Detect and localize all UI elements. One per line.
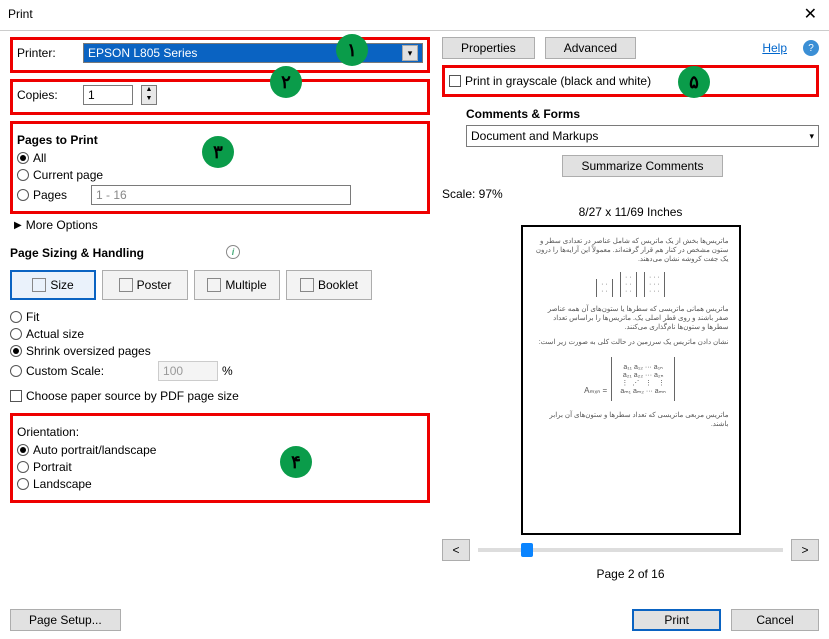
summarize-button[interactable]: Summarize Comments [562, 155, 722, 177]
comments-dropdown[interactable]: Document and Markups ▾ [466, 125, 819, 147]
comments-value: Document and Markups [471, 129, 598, 143]
more-options-label: More Options [26, 218, 98, 232]
tab-size-label: Size [50, 278, 73, 292]
tab-booklet-label: Booklet [318, 278, 358, 292]
radio-pages-label: Pages [33, 188, 67, 202]
tab-multiple-label: Multiple [225, 278, 266, 292]
annotation-badge-5: ۵ [678, 66, 710, 98]
radio-icon [10, 328, 22, 340]
grayscale-row[interactable]: Print in grayscale (black and white) [449, 74, 812, 88]
choose-paper-label: Choose paper source by PDF page size [26, 389, 239, 403]
printer-dropdown[interactable]: EPSON L805 Series ▾ [83, 43, 423, 63]
radio-icon [17, 189, 29, 201]
print-button[interactable]: Print [632, 609, 721, 631]
prev-page-button[interactable]: < [442, 539, 470, 561]
advanced-button[interactable]: Advanced [545, 37, 636, 59]
close-icon[interactable]: ✕ [798, 4, 823, 24]
actual-label: Actual size [26, 327, 84, 341]
choose-paper-row[interactable]: Choose paper source by PDF page size [10, 389, 430, 403]
radio-portrait[interactable]: Portrait [17, 460, 423, 474]
tab-booklet[interactable]: Booklet [286, 270, 372, 300]
radio-icon [17, 461, 29, 473]
tab-multiple[interactable]: Multiple [194, 270, 280, 300]
radio-all-label: All [33, 151, 46, 165]
printer-value: EPSON L805 Series [88, 46, 197, 60]
portrait-label: Portrait [33, 460, 72, 474]
radio-custom[interactable]: Custom Scale: % [10, 361, 430, 381]
page-indicator: Page 2 of 16 [442, 567, 819, 581]
copies-label: Copies: [17, 88, 75, 102]
radio-landscape[interactable]: Landscape [17, 477, 423, 491]
radio-actual[interactable]: Actual size [10, 327, 430, 341]
custom-scale-input[interactable] [158, 361, 218, 381]
printer-label: Printer: [17, 46, 75, 60]
help-link[interactable]: Help [762, 41, 787, 55]
radio-shrink[interactable]: Shrink oversized pages [10, 344, 430, 358]
triangle-right-icon: ▶ [14, 220, 22, 231]
shrink-label: Shrink oversized pages [26, 344, 151, 358]
grayscale-label: Print in grayscale (black and white) [465, 74, 651, 88]
cancel-button[interactable]: Cancel [731, 609, 819, 631]
size-icon [32, 278, 46, 292]
booklet-icon [300, 278, 314, 292]
radio-icon [17, 169, 29, 181]
page-setup-button[interactable]: Page Setup... [10, 609, 121, 631]
chevron-down-icon[interactable]: ▾ [402, 45, 418, 61]
properties-button[interactable]: Properties [442, 37, 535, 59]
scale-label: Scale: 97% [442, 187, 503, 201]
checkbox-icon[interactable] [10, 390, 22, 402]
multiple-icon [207, 278, 221, 292]
pages-range-input[interactable] [91, 185, 351, 205]
next-page-button[interactable]: > [791, 539, 819, 561]
radio-icon [17, 478, 29, 490]
chevron-down-icon: ▾ [809, 131, 814, 142]
annotation-badge-4: ۴ [280, 446, 312, 478]
custom-label: Custom Scale: [26, 364, 104, 378]
radio-icon [10, 345, 22, 357]
more-options[interactable]: ▶ More Options [14, 218, 430, 232]
help-icon[interactable]: ? [803, 40, 819, 56]
tab-poster[interactable]: Poster [102, 270, 188, 300]
sizing-header: Page Sizing & Handling [10, 246, 144, 260]
radio-current[interactable]: Current page [17, 168, 423, 182]
radio-icon [10, 365, 22, 377]
landscape-label: Landscape [33, 477, 92, 491]
annotation-badge-2: ٢ [270, 66, 302, 98]
info-icon[interactable]: i [226, 245, 240, 259]
tab-poster-label: Poster [137, 278, 172, 292]
tab-size[interactable]: Size [10, 270, 96, 300]
auto-orient-label: Auto portrait/landscape [33, 443, 156, 457]
spinner-up-icon[interactable]: ▲ [142, 86, 156, 95]
radio-icon [10, 311, 22, 323]
radio-icon [17, 444, 29, 456]
preview-dims: 8/27 x 11/69 Inches [442, 205, 819, 219]
checkbox-icon[interactable] [449, 75, 461, 87]
slider-thumb[interactable] [521, 543, 533, 557]
poster-icon [119, 278, 133, 292]
comments-header: Comments & Forms [466, 107, 819, 121]
copies-spinner[interactable]: ▲ ▼ [141, 85, 157, 105]
pct-label: % [222, 364, 233, 378]
spinner-down-icon[interactable]: ▼ [142, 95, 156, 104]
annotation-badge-3: ٣ [202, 136, 234, 168]
fit-label: Fit [26, 310, 39, 324]
page-slider[interactable] [478, 548, 783, 552]
annotation-badge-1: ١ [336, 34, 368, 66]
radio-auto-orient[interactable]: Auto portrait/landscape [17, 443, 423, 457]
radio-fit[interactable]: Fit [10, 310, 430, 324]
window-title: Print [8, 7, 33, 21]
radio-icon [17, 152, 29, 164]
copies-input[interactable] [83, 85, 133, 105]
print-preview: ماتریس‌ها بخش از یک ماتریس که شامل عناصر… [521, 225, 741, 535]
orientation-header: Orientation: [17, 425, 423, 439]
radio-current-label: Current page [33, 168, 103, 182]
radio-pages[interactable]: Pages [17, 185, 423, 205]
